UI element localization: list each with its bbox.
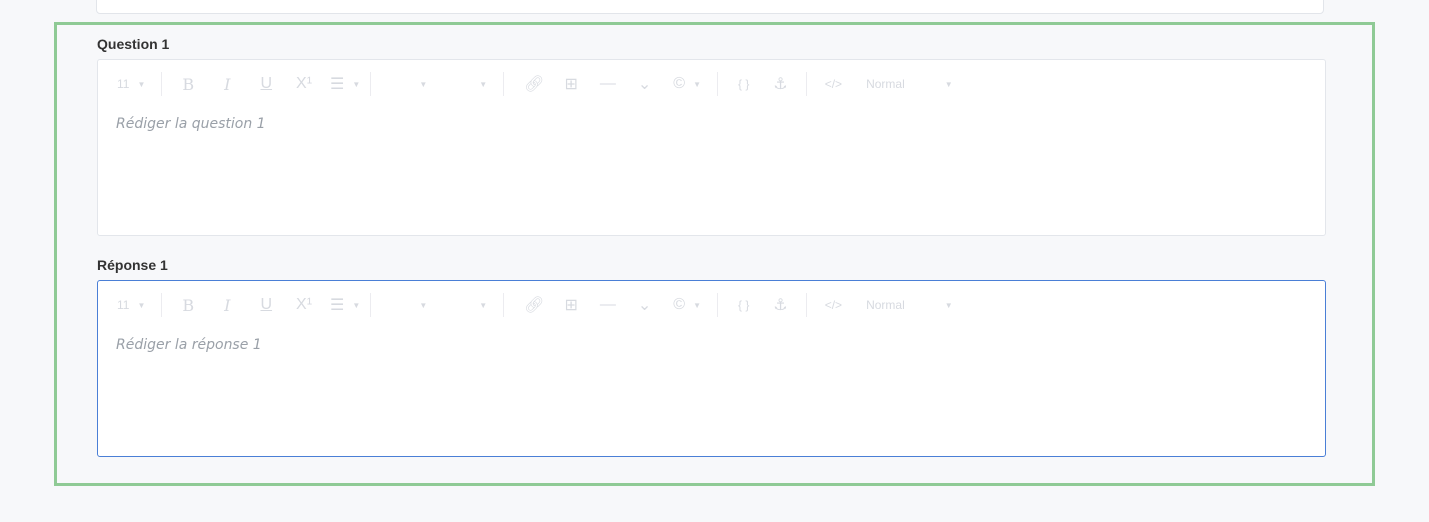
toolbar-divider	[717, 293, 718, 317]
format-select[interactable]: Normal ▼	[866, 291, 953, 319]
code-icon[interactable]: { }	[738, 70, 749, 98]
answer-editor[interactable]: 11 ▼ B I U X¹ ☰ ▼ ▼ ▼ 🔗︎ ⊞ — ⌄ © ▼ { } ⚓︎ <…	[97, 280, 1326, 457]
anchor-icon[interactable]: ⚓︎	[773, 291, 787, 319]
html-source-icon[interactable]: </>	[825, 70, 842, 98]
collapse-icon[interactable]: ⌄	[638, 291, 651, 319]
format-select[interactable]: Normal ▼	[866, 70, 953, 98]
chevron-down-icon: ▼	[419, 79, 428, 89]
format-value: Normal	[866, 77, 905, 91]
toolbar-divider	[503, 72, 505, 96]
bold-button[interactable]: B	[182, 70, 194, 98]
bold-button[interactable]: B	[182, 291, 194, 319]
horizontal-rule-icon[interactable]: —	[600, 291, 616, 319]
toolbar-divider	[370, 72, 372, 96]
align-left-icon: ☰	[330, 297, 345, 314]
chevron-down-icon: ▼	[693, 79, 701, 89]
link-icon[interactable]: 🔗︎	[524, 70, 544, 98]
anchor-icon[interactable]: ⚓︎	[773, 70, 787, 98]
toolbar-divider	[717, 72, 718, 96]
font-size-select[interactable]: 11 ▼	[117, 70, 145, 98]
link-icon[interactable]: 🔗︎	[524, 291, 544, 319]
chevron-down-icon: ▼	[352, 79, 361, 89]
toolbar-divider	[161, 293, 163, 317]
chevron-down-icon: ▼	[137, 300, 146, 310]
superscript-button[interactable]: X¹	[296, 70, 312, 98]
html-source-icon[interactable]: </>	[825, 291, 842, 319]
chevron-down-icon: ▼	[479, 300, 488, 310]
underline-button[interactable]: U	[260, 70, 272, 98]
answer-toolbar: 11 ▼ B I U X¹ ☰ ▼ ▼ ▼ 🔗︎ ⊞ — ⌄ © ▼ { } ⚓︎ <…	[98, 291, 1325, 319]
color-select[interactable]: ▼	[411, 291, 427, 319]
superscript-button[interactable]: X¹	[296, 291, 312, 319]
font-size-value: 11	[117, 77, 130, 91]
font-size-select[interactable]: 11 ▼	[117, 291, 145, 319]
chevron-down-icon: ▼	[944, 79, 953, 89]
chevron-down-icon: ▼	[137, 79, 146, 89]
toolbar-divider	[805, 293, 807, 317]
answer-placeholder: Rédiger la réponse 1	[116, 337, 262, 353]
table-icon[interactable]: ⊞	[564, 291, 577, 319]
toolbar-divider	[161, 72, 163, 96]
special-char-select[interactable]: © ▼	[673, 291, 701, 319]
align-select[interactable]: ☰ ▼	[330, 291, 360, 319]
format-value: Normal	[866, 298, 905, 312]
horizontal-rule-icon[interactable]: —	[600, 70, 616, 98]
font-size-value: 11	[117, 298, 130, 312]
italic-button[interactable]: I	[224, 70, 230, 98]
question-toolbar: 11 ▼ B I U X¹ ☰ ▼ ▼ ▼ 🔗︎ ⊞ — ⌄ © ▼ { } ⚓︎ <…	[98, 70, 1325, 98]
font-select[interactable]: ▼	[471, 70, 487, 98]
code-icon[interactable]: { }	[738, 291, 749, 319]
align-left-icon: ☰	[330, 76, 345, 93]
copyright-icon: ©	[673, 296, 686, 313]
question-placeholder: Rédiger la question 1	[116, 116, 266, 132]
chevron-down-icon: ▼	[693, 300, 701, 310]
font-select[interactable]: ▼	[471, 291, 487, 319]
underline-button[interactable]: U	[260, 291, 272, 319]
chevron-down-icon: ▼	[419, 300, 428, 310]
question-editor[interactable]: 11 ▼ B I U X¹ ☰ ▼ ▼ ▼ 🔗︎ ⊞ — ⌄ © ▼ { } ⚓︎ <…	[97, 59, 1326, 236]
italic-button[interactable]: I	[224, 291, 230, 319]
table-icon[interactable]: ⊞	[564, 70, 577, 98]
toolbar-divider	[805, 72, 807, 96]
align-select[interactable]: ☰ ▼	[330, 70, 360, 98]
chevron-down-icon: ▼	[352, 300, 361, 310]
answer-label: Réponse 1	[97, 257, 168, 273]
collapse-icon[interactable]: ⌄	[638, 70, 651, 98]
chevron-down-icon: ▼	[944, 300, 953, 310]
chevron-down-icon: ▼	[479, 79, 488, 89]
toolbar-divider	[503, 293, 505, 317]
toolbar-divider	[370, 293, 372, 317]
color-select[interactable]: ▼	[411, 70, 427, 98]
copyright-icon: ©	[673, 75, 686, 92]
previous-field[interactable]	[96, 0, 1324, 14]
question-label: Question 1	[97, 36, 170, 52]
special-char-select[interactable]: © ▼	[673, 70, 701, 98]
